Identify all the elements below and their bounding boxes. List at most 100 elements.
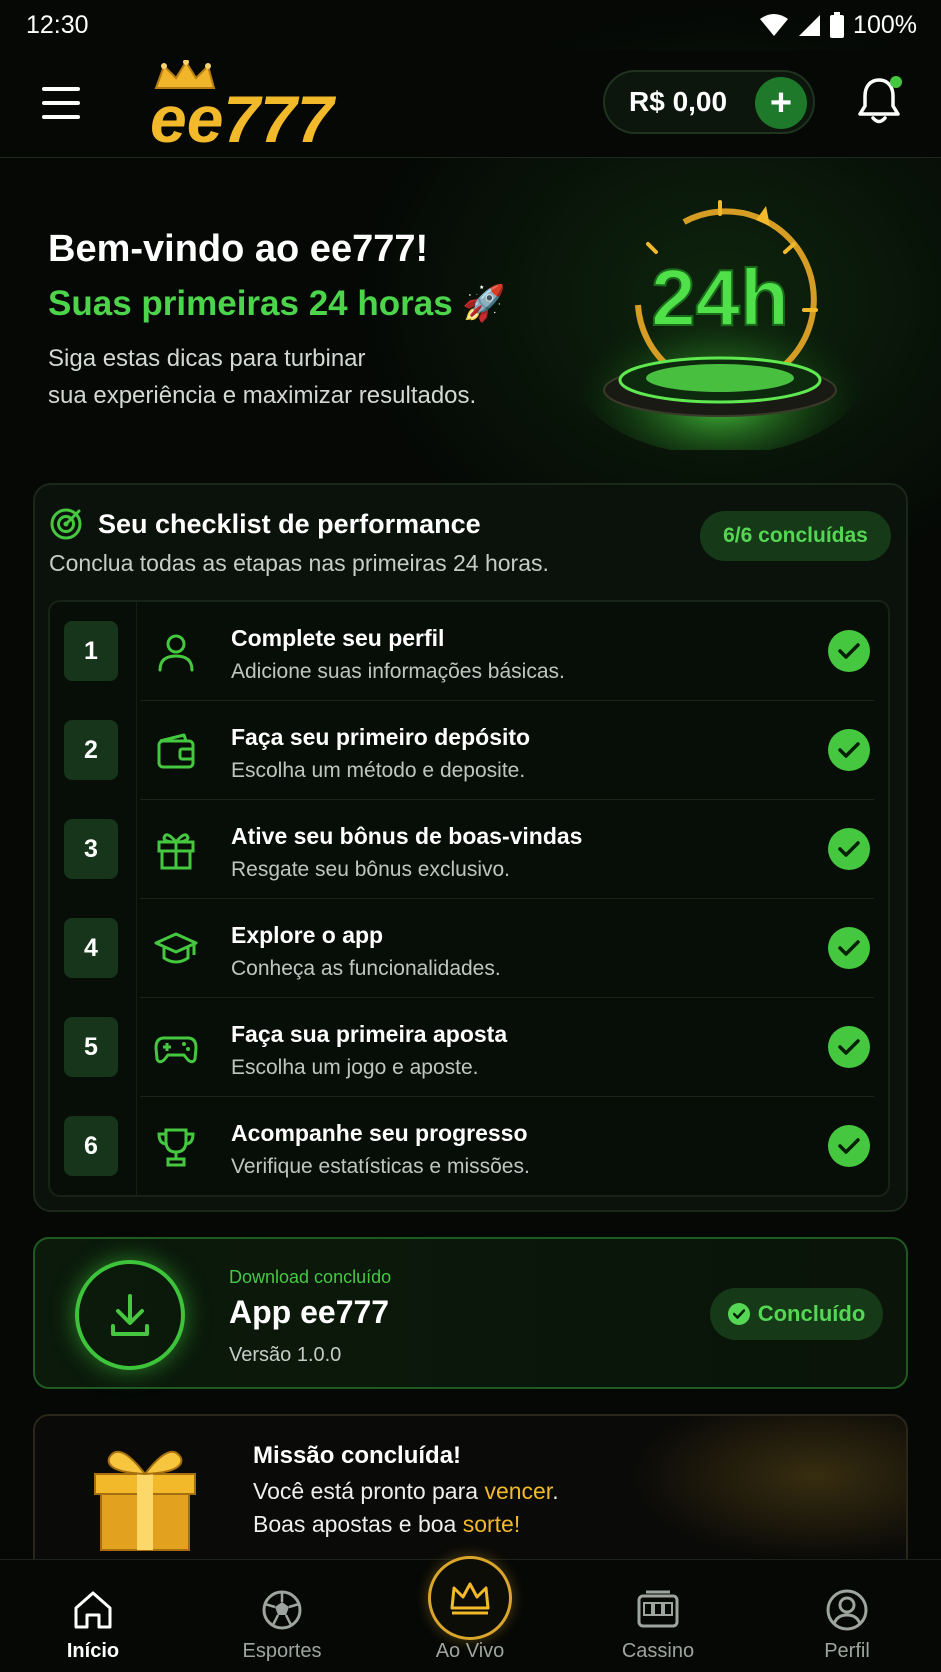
mission-line-1-end: . [552, 1478, 559, 1504]
nav-label: Início [66, 1640, 120, 1662]
check-icon [828, 1125, 870, 1167]
welcome-subtitle-text: Suas primeiras 24 horas [48, 284, 453, 323]
checklist-title: Seu checklist de performance [98, 509, 481, 539]
step-number: 2 [64, 720, 118, 780]
notification-bell-icon[interactable] [856, 74, 902, 126]
download-status-label: Download concluído [229, 1267, 392, 1287]
home-icon [74, 1591, 112, 1629]
app-download-card[interactable]: Download concluído App ee777 Versão 1.0.… [33, 1237, 908, 1389]
download-icon [75, 1260, 185, 1370]
balance-amount: R$ 0,00 [629, 86, 728, 117]
nav-item-sports[interactable]: Esportes [217, 1560, 347, 1672]
add-funds-label: + [769, 82, 793, 124]
soccer-ball-icon [262, 1590, 302, 1630]
add-funds-button[interactable]: + [755, 77, 807, 129]
checklist-list: 1 Complete seu perfil Adicione suas info… [48, 600, 890, 1197]
app-header: ee777 R$ 0,00 + [0, 50, 941, 158]
user-icon [158, 634, 194, 672]
bottom-navigation: Início Esportes Ao Vivo Cassino Perfil [0, 1556, 941, 1672]
step-number: 6 [64, 1116, 118, 1176]
checklist-item-deposit[interactable]: 2 Faça seu primeiro depósito Escolha um … [50, 701, 888, 800]
mission-title: Missão concluída! [253, 1442, 462, 1469]
mission-line-2: Boas apostas e boa sorte! [253, 1511, 520, 1538]
welcome-description-line: Siga estas dicas para turbinar [48, 345, 366, 372]
mission-highlight-luck: sorte! [462, 1511, 521, 1537]
nav-item-home[interactable]: Início [28, 1560, 158, 1672]
completed-badge: Concluído [710, 1288, 883, 1340]
step-number: 4 [64, 918, 118, 978]
status-icons: 100% [759, 11, 917, 40]
clock-24h-icon: 24h [580, 200, 870, 450]
checklist-item-progress[interactable]: 6 Acompanhe seu progresso Verifique esta… [50, 1097, 888, 1196]
app-name: App ee777 [229, 1294, 390, 1330]
step-number: 5 [64, 1017, 118, 1077]
nav-item-live[interactable]: Ao Vivo [405, 1556, 535, 1672]
balance-display[interactable]: R$ 0,00 + [603, 70, 815, 134]
welcome-description: Siga estas dicas para turbinar sua exper… [48, 340, 528, 414]
check-icon [828, 1026, 870, 1068]
ee777-logo[interactable]: ee777 [150, 60, 350, 150]
gift-icon [157, 833, 195, 870]
mission-line-2-text: Boas apostas e boa [253, 1511, 463, 1537]
step-title: Faça sua primeira aposta [231, 1021, 508, 1047]
svg-text:ee777: ee777 [150, 82, 337, 150]
step-description: Verifique estatísticas e missões. [231, 1155, 530, 1178]
step-number: 3 [64, 819, 118, 879]
app-screen: 12:30 100% ee777 R$ 0,00 + Bem-vindo ao … [0, 0, 941, 1672]
nav-item-casino[interactable]: Cassino [593, 1560, 723, 1672]
svg-text:24h: 24h [651, 253, 789, 342]
step-description: Escolha um método e deposite. [231, 759, 526, 782]
step-title: Explore o app [231, 922, 384, 948]
mission-line-1: Você está pronto para vencer. [253, 1478, 559, 1505]
graduation-cap-icon [154, 932, 198, 964]
check-icon [828, 729, 870, 771]
step-description: Conheça as funcionalidades. [231, 957, 501, 980]
step-number: 1 [64, 621, 118, 681]
step-title: Acompanhe seu progresso [231, 1120, 528, 1146]
check-icon [828, 828, 870, 870]
check-circle-icon [727, 1303, 750, 1325]
slot-machine-icon [637, 1590, 679, 1628]
completed-badge-label: Concluído [757, 1301, 866, 1326]
step-title: Faça seu primeiro depósito [231, 724, 531, 750]
step-description: Resgate seu bônus exclusivo. [231, 858, 510, 881]
step-description: Adicione suas informações básicas. [231, 660, 565, 683]
wallet-icon [157, 733, 195, 769]
checklist-progress-badge: 6/6 concluídas [700, 511, 891, 561]
welcome-subtitle: Suas primeiras 24 horas 🚀 [48, 283, 506, 324]
check-icon [828, 927, 870, 969]
menu-icon[interactable] [38, 83, 84, 123]
app-version: Versão 1.0.0 [229, 1344, 342, 1366]
step-description: Escolha um jogo e aposte. [231, 1056, 479, 1079]
check-icon [828, 630, 870, 672]
trophy-icon [157, 1128, 195, 1167]
step-title: Ative seu bônus de boas-vindas [231, 823, 583, 849]
status-time: 12:30 [26, 10, 89, 39]
welcome-title: Bem-vindo ao ee777! [48, 228, 429, 270]
cellular-signal-icon [799, 15, 821, 36]
checklist-description: Conclua todas as etapas nas primeiras 24… [49, 550, 549, 576]
wifi-icon [760, 14, 789, 36]
nav-label: Esportes [242, 1640, 322, 1662]
gift-box-icon [94, 1450, 196, 1551]
mission-line-1-text: Você está pronto para [253, 1478, 485, 1504]
nav-label: Ao Vivo [435, 1640, 505, 1662]
rocket-icon: 🚀 [462, 284, 506, 323]
nav-label: Perfil [824, 1640, 870, 1662]
target-icon [50, 508, 82, 540]
checklist-item-profile[interactable]: 1 Complete seu perfil Adicione suas info… [50, 602, 888, 701]
battery-percent: 100% [853, 10, 917, 39]
welcome-description-line: sua experiência e maximizar resultados. [48, 382, 477, 409]
checklist-item-explore[interactable]: 4 Explore o app Conheça as funcionalidad… [50, 899, 888, 998]
gamepad-icon [154, 1036, 198, 1064]
user-circle-icon [826, 1589, 868, 1631]
checklist-item-bonus[interactable]: 3 Ative seu bônus de boas-vindas Resgate… [50, 800, 888, 899]
nav-item-profile[interactable]: Perfil [782, 1560, 912, 1672]
battery-icon [830, 12, 845, 38]
mission-highlight-win: vencer [484, 1478, 553, 1504]
checklist-item-first-bet[interactable]: 5 Faça sua primeira aposta Escolha um jo… [50, 998, 888, 1097]
crown-icon [428, 1556, 512, 1640]
step-title: Complete seu perfil [231, 625, 445, 651]
status-bar: 12:30 100% [0, 0, 941, 50]
nav-label: Cassino [621, 1640, 695, 1662]
